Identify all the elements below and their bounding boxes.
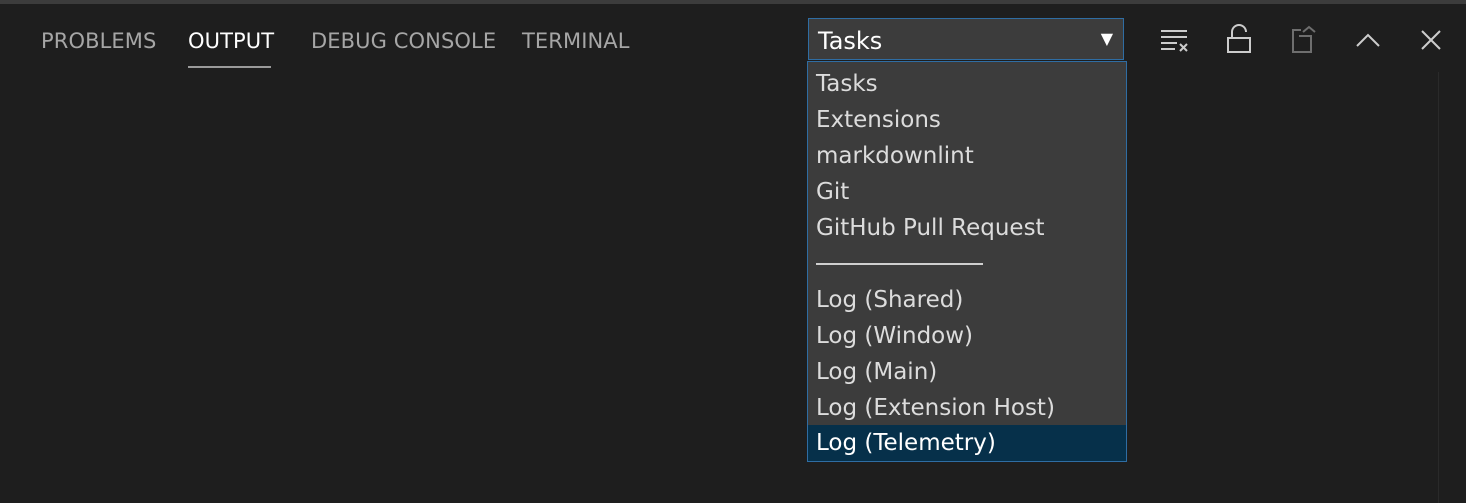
tab-output[interactable]: OUTPUT <box>188 29 274 53</box>
output-channel-dropdown: Tasks Extensions markdownlint Git GitHub… <box>807 61 1127 462</box>
panel-top-border <box>0 0 1466 4</box>
output-scrollbar[interactable] <box>1438 72 1439 503</box>
tab-debug-console[interactable]: DEBUG CONSOLE <box>311 29 496 53</box>
dropdown-option-extensions[interactable]: Extensions <box>808 102 1126 138</box>
dropdown-option-log-extension-host[interactable]: Log (Extension Host) <box>808 390 1126 426</box>
active-tab-indicator <box>188 66 271 68</box>
clear-output-icon[interactable] <box>1156 22 1192 58</box>
close-panel-icon[interactable] <box>1413 22 1449 58</box>
dropdown-option-log-telemetry[interactable]: Log (Telemetry) <box>808 425 1126 461</box>
dropdown-option-git[interactable]: Git <box>808 174 1126 210</box>
output-channel-selected-value: Tasks <box>818 27 883 55</box>
tab-problems[interactable]: PROBLEMS <box>41 29 156 53</box>
dropdown-option-log-shared[interactable]: Log (Shared) <box>808 282 1126 318</box>
maximize-panel-icon[interactable] <box>1350 22 1386 58</box>
lock-scroll-icon[interactable] <box>1221 22 1257 58</box>
open-log-file-icon[interactable] <box>1285 22 1321 58</box>
chevron-down-icon: ▼ <box>1100 29 1113 48</box>
output-panel: PROBLEMS OUTPUT DEBUG CONSOLE TERMINAL T… <box>0 0 1466 503</box>
dropdown-option-log-main[interactable]: Log (Main) <box>808 354 1126 390</box>
dropdown-option-log-window[interactable]: Log (Window) <box>808 318 1126 354</box>
dropdown-option-tasks[interactable]: Tasks <box>808 66 1126 102</box>
dropdown-separator <box>816 263 983 265</box>
dropdown-option-github-pull-request[interactable]: GitHub Pull Request <box>808 210 1126 246</box>
tab-terminal[interactable]: TERMINAL <box>522 29 630 53</box>
output-channel-select[interactable]: Tasks ▼ <box>808 18 1124 60</box>
dropdown-option-markdownlint[interactable]: markdownlint <box>808 138 1126 174</box>
